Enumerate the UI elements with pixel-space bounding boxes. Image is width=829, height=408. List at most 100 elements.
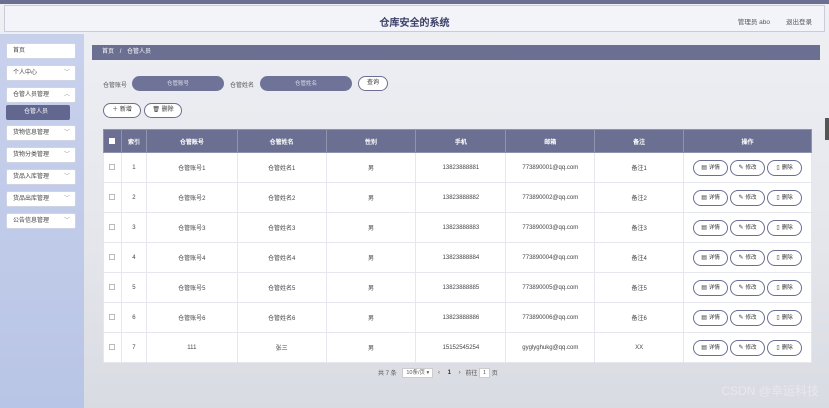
sidebar-item-category[interactable]: 货物分类管理 ﹀: [6, 147, 76, 163]
row-checkbox[interactable]: [109, 164, 116, 171]
cell-name: 仓管姓名4: [236, 242, 327, 273]
edit-button[interactable]: ✎ 修改: [730, 279, 766, 296]
row-select-cell[interactable]: [103, 182, 122, 213]
row-select-cell[interactable]: [103, 272, 122, 303]
cell-actions: ▤ 详情 ✎ 修改 ▯ 删除: [683, 332, 812, 363]
detail-icon: ▤: [701, 194, 707, 201]
detail-button[interactable]: ▤ 详情: [693, 159, 729, 176]
detail-button[interactable]: ▤ 详情: [693, 219, 729, 236]
sidebar-item-notice[interactable]: 公告信息管理 ﹀: [6, 213, 76, 229]
sidebar-item-goods[interactable]: 货物信息管理 ﹀: [6, 125, 76, 141]
logout-link[interactable]: 退出登录: [786, 16, 812, 26]
next-page-button[interactable]: ›: [459, 370, 461, 376]
delete-button[interactable]: ▯ 删除: [767, 219, 803, 236]
cell-gender: 男: [325, 332, 417, 363]
batch-delete-button[interactable]: 🗑 删除: [144, 103, 182, 118]
col-gender[interactable]: 性别: [325, 129, 417, 153]
row-checkbox[interactable]: [109, 194, 116, 201]
row-select-cell[interactable]: [103, 152, 122, 183]
edit-button[interactable]: ✎ 修改: [730, 159, 766, 176]
col-name[interactable]: 仓管姓名: [236, 129, 327, 153]
delete-label: 删除: [781, 224, 793, 231]
trash-icon: ▯: [776, 344, 780, 351]
row-checkbox[interactable]: [109, 224, 116, 231]
select-all-checkbox[interactable]: [109, 137, 116, 144]
row-checkbox[interactable]: [109, 284, 116, 291]
cell-gender: 男: [325, 272, 417, 303]
breadcrumb: 首页 / 仓管人员: [92, 45, 820, 60]
current-user: 管理员 abo: [737, 19, 770, 26]
add-button-label: 新增: [119, 107, 132, 113]
detail-button[interactable]: ▤ 详情: [693, 249, 729, 266]
row-checkbox[interactable]: [109, 314, 116, 321]
col-phone[interactable]: 手机: [415, 129, 507, 153]
pencil-icon: ✎: [738, 254, 744, 261]
plus-icon: ＋: [112, 107, 120, 113]
sidebar-item-label: 仓管人员管理: [13, 92, 50, 98]
col-index: 索引: [120, 129, 147, 153]
edit-label: 修改: [745, 344, 757, 351]
row-checkbox[interactable]: [109, 254, 116, 261]
cell-index: 4: [120, 242, 147, 273]
sidebar-subitem-staff[interactable]: 仓管人员: [6, 105, 70, 120]
sidebar-item-inbound[interactable]: 货品入库管理 ﹀: [6, 169, 76, 185]
delete-button[interactable]: ▯ 删除: [767, 339, 803, 356]
sidebar-item-home[interactable]: 首页: [6, 43, 76, 59]
pencil-icon: ✎: [738, 284, 744, 291]
select-all-header[interactable]: [103, 129, 122, 153]
delete-button[interactable]: ▯ 删除: [767, 309, 803, 326]
row-select-cell[interactable]: [103, 212, 122, 243]
edit-button[interactable]: ✎ 修改: [730, 219, 766, 236]
breadcrumb-home[interactable]: 首页: [102, 49, 114, 55]
cell-account: 仓管账号3: [145, 212, 238, 243]
delete-button[interactable]: ▯ 删除: [767, 249, 803, 266]
edit-button[interactable]: ✎ 修改: [730, 249, 766, 266]
cell-name: 仓管姓名2: [236, 182, 327, 213]
edit-label: 修改: [745, 284, 757, 291]
cell-account: 111: [145, 332, 238, 363]
edit-label: 修改: [745, 314, 757, 321]
add-button[interactable]: ＋ 新增: [103, 103, 141, 118]
cell-account: 仓管账号6: [145, 302, 238, 333]
page-number[interactable]: 1: [448, 370, 451, 376]
edit-label: 修改: [745, 164, 757, 171]
cell-gender: 男: [325, 182, 417, 213]
sidebar-item-profile[interactable]: 个人中心 ﹀: [6, 65, 76, 81]
edit-button[interactable]: ✎ 修改: [730, 189, 766, 206]
detail-button[interactable]: ▤ 详情: [693, 339, 729, 356]
name-search-input[interactable]: [260, 76, 352, 91]
row-select-cell[interactable]: [103, 242, 122, 273]
sidebar-item-staff[interactable]: 仓管人员管理 ︿: [6, 87, 76, 103]
scrollbar-thumb[interactable]: [825, 118, 829, 140]
sidebar-item-outbound[interactable]: 货品出库管理 ﹀: [6, 191, 76, 207]
account-search-input[interactable]: [132, 76, 224, 91]
edit-button[interactable]: ✎ 修改: [730, 339, 766, 356]
row-select-cell[interactable]: [103, 302, 122, 333]
delete-button[interactable]: ▯ 删除: [767, 279, 803, 296]
top-strip: [0, 0, 829, 4]
page-size-select[interactable]: 10条/页 ▾: [402, 368, 434, 379]
detail-button[interactable]: ▤ 详情: [693, 279, 729, 296]
row-select-cell[interactable]: [103, 332, 122, 363]
page-unit-label: 页: [491, 371, 498, 377]
query-button[interactable]: 查询: [358, 76, 388, 91]
detail-button[interactable]: ▤ 详情: [693, 189, 729, 206]
delete-button[interactable]: ▯ 删除: [767, 189, 803, 206]
detail-button[interactable]: ▤ 详情: [693, 309, 729, 326]
cell-email: 773890006@qq.com: [505, 302, 596, 333]
cell-note: XX: [594, 332, 685, 363]
col-account[interactable]: 仓管账号: [145, 129, 238, 153]
sidebar: 首页 个人中心 ﹀ 仓管人员管理 ︿ 仓管人员 货物信息管理 ﹀ 货物分类管理 ﹀ 货品…: [0, 34, 84, 408]
col-note[interactable]: 备注: [594, 129, 685, 153]
chevron-down-icon: ﹀: [63, 218, 70, 224]
col-email[interactable]: 邮箱: [505, 129, 596, 153]
cell-name: 仓管姓名3: [236, 212, 327, 243]
cell-email: gyglyghukg@qq.com: [505, 332, 596, 363]
breadcrumb-separator: /: [119, 49, 122, 55]
prev-page-button[interactable]: ‹: [438, 370, 440, 376]
cell-phone: 13823888882: [415, 182, 507, 213]
row-checkbox[interactable]: [109, 344, 116, 351]
goto-page-input[interactable]: 1: [479, 368, 491, 379]
edit-button[interactable]: ✎ 修改: [730, 309, 766, 326]
delete-button[interactable]: ▯ 删除: [767, 159, 803, 176]
